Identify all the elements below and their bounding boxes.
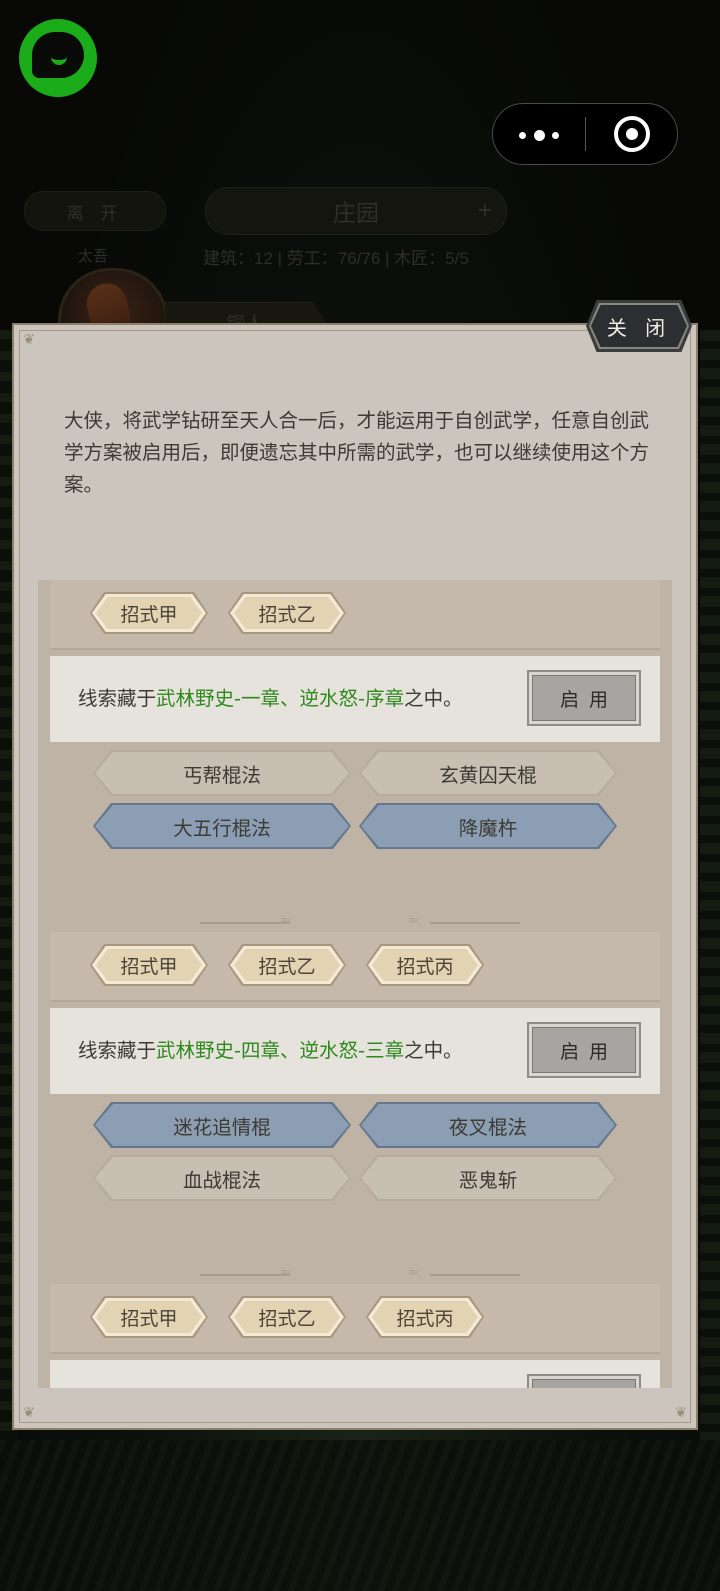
enable-button[interactable]: 启用 — [527, 670, 641, 726]
move-tag: 招式乙 — [228, 592, 346, 634]
close-button[interactable]: 关 闭 — [586, 300, 692, 352]
skill-slot[interactable]: 恶鬼斩 — [359, 1155, 617, 1201]
clue-row — [50, 1360, 660, 1388]
move-tag: 招式乙 — [228, 1296, 346, 1338]
move-bar: 招式甲 招式乙 招式丙 — [50, 932, 660, 1002]
enable-button[interactable]: 启用 — [527, 1022, 641, 1078]
move-bar: 招式甲 招式乙 招式丙 — [50, 1284, 660, 1354]
corner-ornament-icon: ❦ — [675, 1405, 687, 1421]
leave-button: 离 开 — [24, 191, 166, 231]
move-tag: 招式乙 — [228, 944, 346, 986]
more-dots-icon[interactable] — [519, 130, 561, 141]
manor-stats: 建筑：12 | 劳工：76/76 | 木匠：5/5 — [203, 249, 469, 268]
divider-ornament: ≈ — [200, 913, 320, 929]
clue-row: 线索藏于武林野史-一章、逆水怒-序章之中。 启用 — [50, 656, 660, 742]
corner-ornament-icon: ❦ — [23, 1405, 35, 1421]
target-circle-icon[interactable] — [614, 116, 650, 152]
divider-ornament: ≈ — [200, 1265, 320, 1281]
corner-ornament-icon: ❦ — [23, 332, 35, 348]
clue-sources: 武林野史-一章、逆水怒-序章 — [156, 687, 405, 710]
intro-text: 大侠，将武学钻研至天人合一后，才能运用于自创武学，任意自创武学方案被启用后，即便… — [64, 409, 650, 496]
move-bar: 招式甲 招式乙 — [50, 580, 660, 650]
close-button-label: 关 闭 — [591, 305, 687, 347]
capsule-divider — [585, 117, 586, 151]
skill-slot[interactable]: 迷花追情棍 — [93, 1102, 351, 1148]
manor-plus-icon: + — [477, 197, 492, 224]
move-tag: 招式丙 — [366, 1296, 484, 1338]
background-ground — [0, 1440, 720, 1591]
manor-title: 庄园 + — [205, 187, 507, 235]
skill-slot[interactable]: 夜叉棍法 — [359, 1102, 617, 1148]
background-foliage-right — [700, 330, 720, 1440]
divider-ornament: ≈ — [404, 1265, 524, 1281]
move-tag: 招式甲 — [90, 944, 208, 986]
left-sub-label: 太吾 — [78, 248, 109, 265]
move-tag: 招式丙 — [366, 944, 484, 986]
clue-text: 线索藏于武林野史-四章、逆水怒-三章之中。 — [78, 1039, 463, 1062]
plan-list[interactable]: 招式甲 招式乙 线索藏于武林野史-一章、逆水怒-序章之中。 启用 丐帮棍法 玄黄… — [38, 580, 672, 1388]
skill-slot[interactable]: 玄黄囚天棍 — [359, 750, 617, 796]
skill-slot[interactable]: 血战棍法 — [93, 1155, 351, 1201]
skill-slot[interactable]: 降魔杵 — [359, 803, 617, 849]
move-tag: 招式甲 — [90, 592, 208, 634]
clue-sources: 武林野史-四章、逆水怒-三章 — [156, 1039, 405, 1062]
clue-text: 线索藏于武林野史-一章、逆水怒-序章之中。 — [78, 687, 463, 710]
move-tag: 招式甲 — [90, 1296, 208, 1338]
enable-button[interactable] — [527, 1374, 641, 1388]
skill-slot[interactable]: 丐帮棍法 — [93, 750, 351, 796]
mini-program-capsule — [492, 103, 678, 165]
skill-slot[interactable]: 大五行棍法 — [93, 803, 351, 849]
clue-row: 线索藏于武林野史-四章、逆水怒-三章之中。 启用 — [50, 1008, 660, 1094]
divider-ornament: ≈ — [404, 913, 524, 929]
chat-bubble-icon[interactable] — [19, 19, 97, 97]
